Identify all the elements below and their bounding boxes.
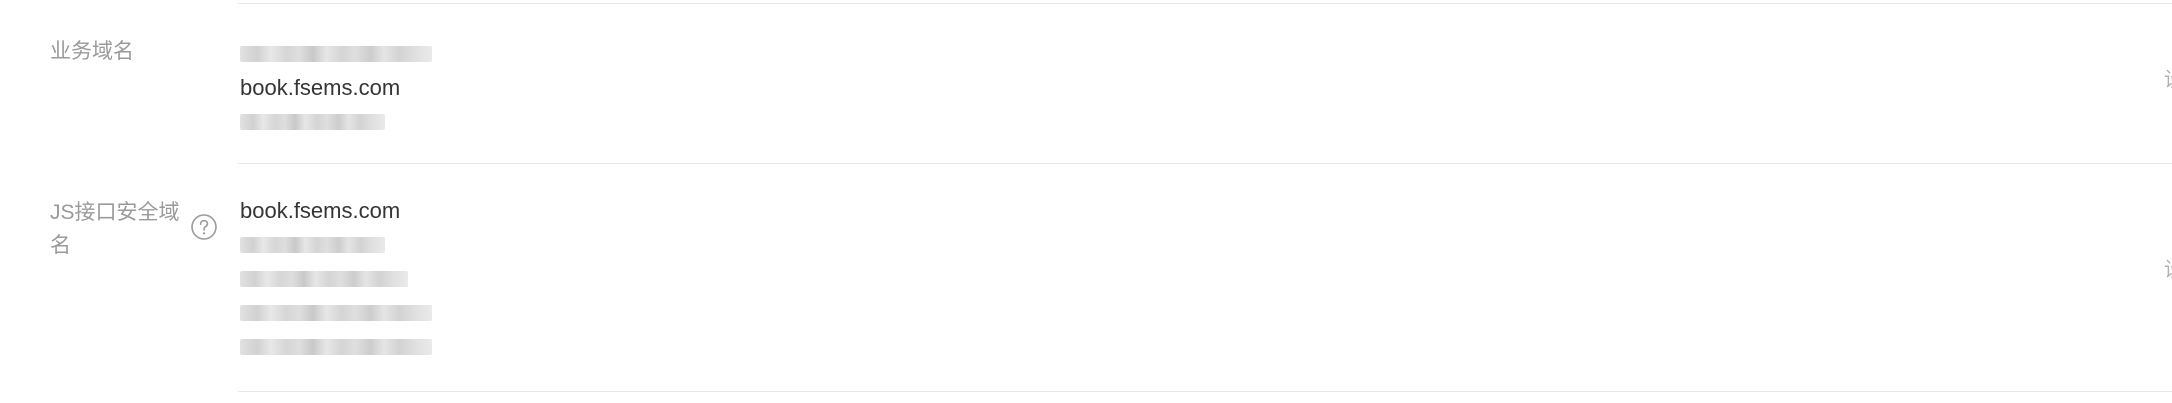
business-domain-item: book.fsems.com: [240, 75, 401, 100]
row1-action-link[interactable]: 设: [2164, 68, 2172, 92]
js-safe-domain-list: book.fsems.com: [240, 194, 500, 364]
domain-settings-panel: 业务域名 book.fsems.com 设 JS接口安全域名 book.fsem…: [0, 0, 2172, 403]
js-safe-domain-label: JS接口安全域名: [50, 201, 180, 257]
row-divider: [238, 163, 2172, 164]
redacted-domain-2: [240, 105, 500, 139]
redacted-domain-6: [240, 330, 500, 364]
row2-action-link[interactable]: 设: [2164, 258, 2172, 282]
js-safe-domain-item: book.fsems.com: [240, 198, 401, 223]
bottom-divider: [238, 391, 2172, 392]
redacted-domain-3: [240, 228, 500, 262]
business-domain-list: book.fsems.com: [240, 37, 500, 139]
question-circle-icon[interactable]: [190, 213, 218, 241]
redacted-domain-5: [240, 296, 500, 330]
redacted-domain-1: [240, 37, 500, 71]
redacted-domain-4: [240, 262, 500, 296]
top-divider: [238, 3, 2172, 4]
business-domain-label: 业务域名: [50, 40, 134, 63]
